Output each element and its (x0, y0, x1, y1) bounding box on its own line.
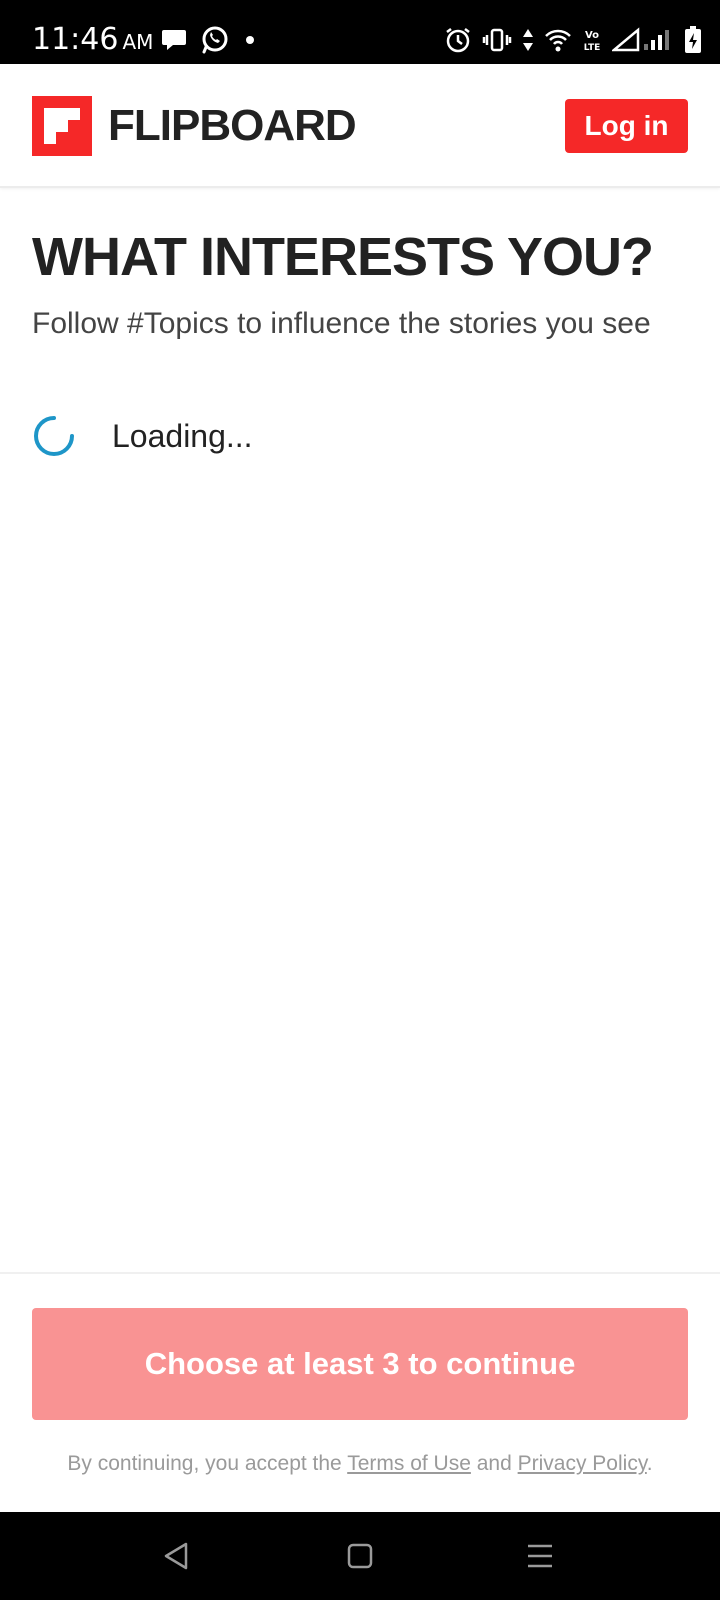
loading-text: Loading... (112, 417, 253, 454)
wifi-icon (544, 26, 572, 54)
battery-charging-icon (684, 26, 702, 54)
login-button[interactable]: Log in (565, 99, 688, 153)
legal-prefix: By continuing, you accept the (67, 1452, 348, 1475)
navigation-bar (0, 1512, 720, 1600)
legal-and: and (470, 1452, 518, 1475)
alarm-icon (444, 26, 472, 54)
privacy-policy-link[interactable]: Privacy Policy (518, 1452, 647, 1475)
terms-of-use-link[interactable]: Terms of Use (347, 1452, 471, 1475)
message-bubble-icon (160, 26, 188, 54)
page-title: WHAT INTERESTS YOU? (32, 227, 654, 287)
home-icon[interactable] (340, 1536, 380, 1576)
continue-button[interactable]: Choose at least 3 to continue (32, 1308, 688, 1420)
notification-dot-icon (242, 32, 258, 48)
status-time-value: 11:46 (32, 22, 119, 57)
signal-icon (612, 26, 674, 54)
app-header: FLIPBOARD Log in (0, 64, 720, 188)
flipboard-logo-icon (32, 96, 92, 156)
svg-text:Vo: Vo (585, 30, 599, 41)
status-right-icons: Vo LTE (444, 22, 702, 58)
volte-icon: Vo LTE (582, 26, 602, 54)
status-bar: 11:46 AM Vo LTE (0, 0, 720, 64)
svg-text:LTE: LTE (584, 43, 601, 53)
page-subtitle: Follow #Topics to influence the stories … (32, 307, 651, 340)
footer: Choose at least 3 to continue By continu… (0, 1272, 720, 1512)
loading-indicator: Loading... (32, 406, 253, 466)
whatsapp-icon (200, 25, 230, 55)
status-time-ampm: AM (122, 30, 154, 54)
flipboard-logo-text: FLIPBOARD (108, 101, 357, 150)
back-icon[interactable] (156, 1536, 196, 1576)
legal-text: By continuing, you accept the Terms of U… (0, 1452, 720, 1476)
status-time: 11:46 AM (32, 20, 153, 62)
loading-spinner-icon (34, 416, 74, 456)
recents-menu-icon[interactable] (520, 1536, 560, 1576)
status-left-icons (160, 22, 258, 58)
data-arrows-icon (522, 26, 534, 54)
vibrate-icon (482, 26, 512, 54)
legal-suffix: . (646, 1452, 653, 1475)
